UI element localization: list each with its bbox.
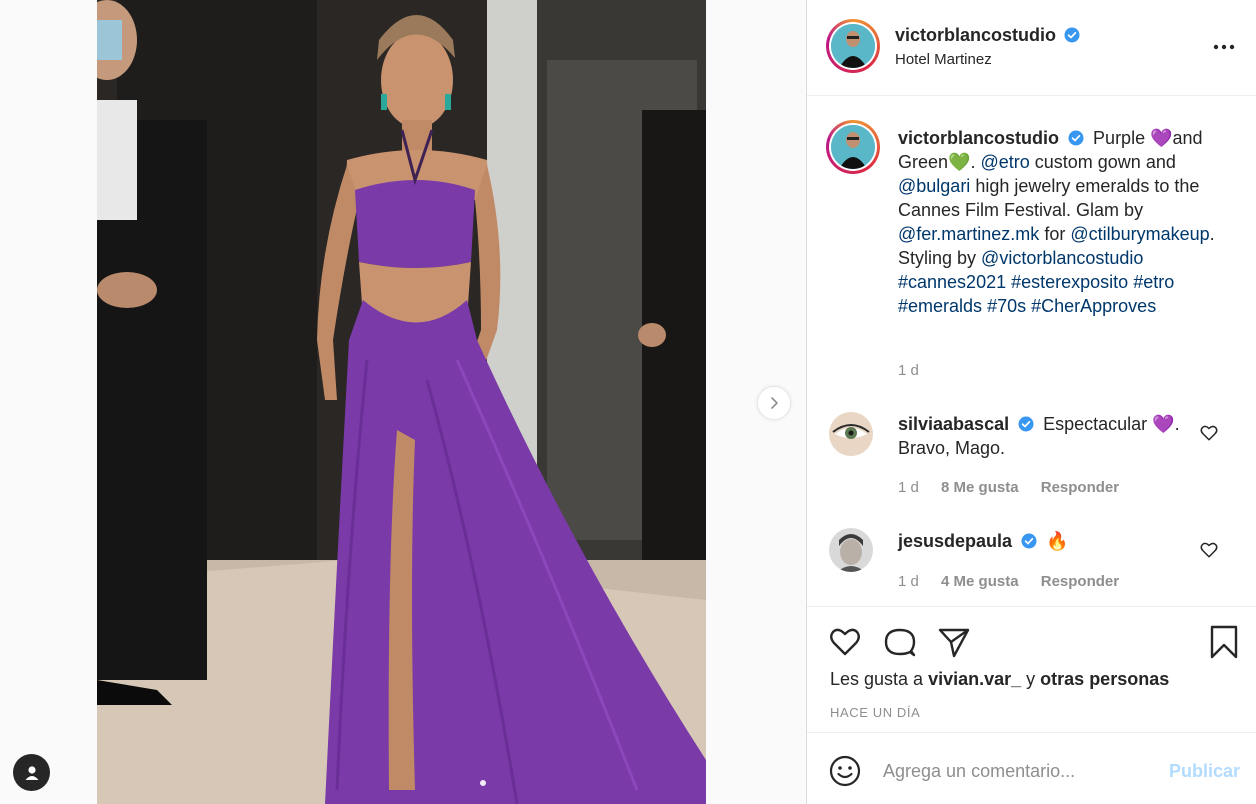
- likes-others-link[interactable]: otras personas: [1040, 669, 1169, 689]
- hashtag-link[interactable]: #etro: [1133, 272, 1174, 292]
- commenter-username[interactable]: silviaabascal: [898, 414, 1009, 434]
- chevron-right-icon: [771, 397, 778, 409]
- caption-text-run: .: [970, 152, 981, 172]
- reply-button[interactable]: Responder: [1041, 573, 1119, 590]
- heart-icon[interactable]: [828, 625, 862, 659]
- mention-link[interactable]: @ctilburymakeup: [1070, 224, 1209, 244]
- instagram-post-page: victorblancostudio Hotel Martinez victor…: [0, 0, 1256, 804]
- hashtag-link[interactable]: #esterexposito: [1011, 272, 1128, 292]
- caption-author-username[interactable]: victorblancostudio: [898, 128, 1059, 148]
- comment-text: silviaabascal Espectacular 💜. Bravo, Mag…: [898, 412, 1198, 460]
- caption-text-run: Purple: [1093, 128, 1151, 148]
- post-photo[interactable]: [97, 0, 706, 804]
- caption-author-avatar-image: [831, 125, 875, 169]
- caption-text-run: for: [1039, 224, 1071, 244]
- caption-text-run: custom gown and: [1029, 152, 1176, 172]
- bookmark-icon[interactable]: [1207, 625, 1241, 659]
- caption-body: Purple 💜and Green💚. @etro custom gown an…: [898, 128, 1215, 316]
- comment-likes[interactable]: 8 Me gusta: [941, 479, 1019, 496]
- commenter-username[interactable]: jesusdepaula: [898, 531, 1012, 551]
- profile-fab-button[interactable]: [13, 754, 50, 791]
- caption-author-avatar[interactable]: [826, 120, 880, 174]
- paper-plane-icon[interactable]: [937, 625, 971, 659]
- mention-link[interactable]: @etro: [980, 152, 1029, 172]
- verified-badge-icon: [1021, 533, 1037, 549]
- user-icon: [25, 765, 38, 780]
- caption-emoji: 💚: [948, 152, 971, 172]
- likes-prefix: Les gusta a: [830, 669, 929, 689]
- commenter-avatar[interactable]: [829, 528, 873, 572]
- comment-meta: 1 d 8 Me gusta Responder: [898, 479, 1137, 496]
- publish-button[interactable]: Publicar: [1169, 761, 1240, 782]
- caption-time[interactable]: 1 d: [898, 362, 919, 379]
- post-header: victorblancostudio Hotel Martinez: [807, 0, 1256, 96]
- reply-button[interactable]: Responder: [1041, 479, 1119, 496]
- author-name-row: victorblancostudio: [895, 25, 1080, 46]
- verified-badge-icon: [1064, 27, 1080, 43]
- heart-icon[interactable]: [1200, 424, 1218, 442]
- comment-text: jesusdepaula 🔥: [898, 529, 1198, 553]
- hashtag-link[interactable]: #CherApproves: [1031, 296, 1156, 316]
- post-actions: Les gusta a vivian.var_ y otras personas…: [807, 606, 1256, 732]
- likes-middle: y: [1021, 669, 1041, 689]
- verified-badge-icon: [1018, 416, 1034, 432]
- comment-body: 🔥: [1046, 531, 1069, 551]
- mention-link[interactable]: @fer.martinez.mk: [898, 224, 1039, 244]
- post-timestamp[interactable]: HACE UN DÍA: [830, 705, 920, 720]
- carousel-dot-active: [480, 780, 486, 786]
- post-side-panel: victorblancostudio Hotel Martinez victor…: [806, 0, 1256, 804]
- author-avatar-image: [831, 24, 875, 68]
- hashtag-link[interactable]: #70s: [987, 296, 1026, 316]
- carousel-next-button[interactable]: [757, 386, 791, 420]
- post-caption: victorblancostudio Purple 💜and Green💚. @…: [898, 126, 1238, 318]
- comment-time[interactable]: 1 d: [898, 479, 919, 496]
- liker-username[interactable]: vivian.var_: [928, 669, 1021, 689]
- author-username[interactable]: victorblancostudio: [895, 25, 1056, 45]
- heart-icon[interactable]: [1200, 541, 1218, 559]
- add-comment-bar: Publicar: [807, 732, 1256, 804]
- comment-input[interactable]: [883, 757, 1153, 785]
- carousel-dots: [480, 780, 490, 790]
- likes-summary: Les gusta a vivian.var_ y otras personas: [830, 669, 1169, 690]
- comment-meta: 1 d 4 Me gusta Responder: [898, 573, 1137, 590]
- verified-badge-icon: [1068, 130, 1084, 146]
- mention-link[interactable]: @bulgari: [898, 176, 970, 196]
- caption-emoji: 💜: [1150, 128, 1173, 148]
- comment-icon[interactable]: [883, 625, 917, 659]
- commenter-avatar[interactable]: [829, 412, 873, 456]
- post-location[interactable]: Hotel Martinez: [895, 51, 992, 68]
- comment-time[interactable]: 1 d: [898, 573, 919, 590]
- post-photo-illustration: [97, 0, 706, 804]
- mention-link[interactable]: @victorblancostudio: [981, 248, 1143, 268]
- more-options-icon[interactable]: [1212, 42, 1236, 52]
- hashtag-link[interactable]: #cannes2021: [898, 272, 1006, 292]
- hashtag-link[interactable]: #emeralds: [898, 296, 982, 316]
- comment-likes[interactable]: 4 Me gusta: [941, 573, 1019, 590]
- author-avatar[interactable]: [826, 19, 880, 73]
- commenter-avatar-image: [829, 528, 873, 572]
- smiley-icon[interactable]: [829, 755, 861, 787]
- commenter-avatar-image: [829, 412, 873, 456]
